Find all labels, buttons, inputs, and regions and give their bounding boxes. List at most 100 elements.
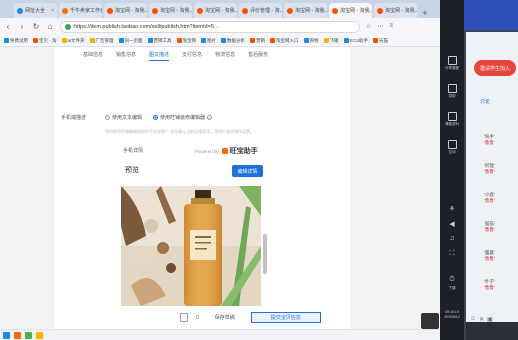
preview-scrollbar[interactable] xyxy=(263,234,267,274)
phone-icon[interactable] xyxy=(180,313,188,322)
chat-icon xyxy=(447,140,457,149)
mobile-desc-label: 手机端描述 xyxy=(61,115,87,121)
bookmark-item[interactable]: 同一页面 xyxy=(118,38,143,44)
bookmark-item[interactable]: ai文件夹 xyxy=(61,38,85,44)
submit-button[interactable]: 提交宝贝信息 xyxy=(250,312,321,323)
bookmark-item[interactable]: 数据分析 xyxy=(221,38,245,44)
floating-widget[interactable] xyxy=(421,313,439,329)
bookmark-icon xyxy=(61,38,67,43)
forward-icon[interactable]: › xyxy=(18,22,26,31)
tab-label: 千牛卖家工作台 xyxy=(70,8,102,14)
text-editor-option[interactable]: 使用文本编辑 xyxy=(105,114,142,121)
volume-icon[interactable]: ◀ xyxy=(440,220,464,228)
end-class-label[interactable]: 下课 xyxy=(440,286,464,291)
bottom-action-bar: 0 保存草稿 提交宝贝信息 xyxy=(180,312,321,323)
browser-tab[interactable]: 淘宝网 - 淘我...× xyxy=(329,3,372,18)
bookmark-icon xyxy=(373,38,379,43)
tab-label: 淘宝网 - 淘我... xyxy=(115,8,147,14)
new-tab-icon[interactable]: + xyxy=(419,8,431,18)
powered-by: Powered by 旺宝助手 xyxy=(195,146,258,156)
wireless-editor-option[interactable]: 使用旺铺装修编辑器 ? xyxy=(153,114,213,121)
home-icon[interactable]: ⌂ xyxy=(46,22,54,31)
browser-tab[interactable]: 淘宝网 - 淘我...× xyxy=(284,3,327,18)
chat-input[interactable] xyxy=(466,322,518,340)
chat-message-text: '鲁鲁' xyxy=(484,140,495,145)
interaction-button[interactable]: 互动 xyxy=(442,140,462,155)
bookmark-item[interactable]: 天猫 xyxy=(373,38,388,44)
bookmark-item[interactable]: 图片 xyxy=(201,38,216,44)
chat-message: '小鹿' '鲁鲁' xyxy=(484,192,518,204)
bookmark-item[interactable]: 广告管理 xyxy=(89,38,114,44)
product-photo xyxy=(121,186,261,306)
share-course-label: 分享课程 xyxy=(445,66,459,70)
bookmark-item[interactable]: ECU助手 xyxy=(343,38,368,44)
chat-panel: 邀请学生加入 讨论 '快手' '鲁鲁' '阿狸' '鲁鲁' '小鹿' '鲁鲁' '猫猫' '鲁… xyxy=(464,0,518,340)
app-icon[interactable] xyxy=(14,331,21,339)
browser-tab[interactable]: 淘宝网 - 淘我...× xyxy=(374,3,417,18)
step-tab[interactable]: 售后服务 xyxy=(248,51,268,61)
record-button[interactable]: 录制 xyxy=(442,84,462,99)
radio-icon xyxy=(105,115,110,120)
bookmark-item[interactable]: 营销 xyxy=(250,38,265,44)
bookmark-icon xyxy=(147,38,153,43)
bookmark-item[interactable]: 淘宝网 xyxy=(176,38,196,44)
bookmark-item[interactable]: 购物 xyxy=(303,37,319,44)
secure-lock-icon xyxy=(65,23,71,30)
preview-card: 预览 编辑详情 xyxy=(121,161,267,329)
favicon-icon xyxy=(242,7,248,14)
bookmark-label: 飞猪 xyxy=(329,37,339,43)
bookmark-item[interactable]: 飞猪 xyxy=(323,37,339,44)
url-field[interactable]: https://item.publish.taobao.com/sell/pub… xyxy=(60,20,360,33)
step-tab[interactable]: 物流信息 xyxy=(215,51,235,61)
bookmark-label: 购物 xyxy=(309,37,319,43)
fullscreen-icon[interactable]: ⛶ xyxy=(440,250,464,258)
step-tab[interactable]: 销售信息 xyxy=(116,51,136,61)
step-tab[interactable]: 基础信息 xyxy=(83,51,103,61)
help-icon[interactable]: ? xyxy=(207,115,213,120)
tab-discussion[interactable]: 讨论 xyxy=(480,98,490,105)
chat-message-text: '鲁鲁' xyxy=(484,169,495,174)
bookmark-icon xyxy=(89,38,95,43)
favicon-icon xyxy=(152,7,158,14)
course-material-label: 课程资料 xyxy=(445,122,459,126)
course-material-button[interactable]: 课程资料 xyxy=(442,112,462,127)
browser-tab[interactable]: 淘宝网 - 淘我...× xyxy=(194,3,237,18)
menu-icon[interactable]: ≡ xyxy=(389,23,393,30)
browser-tab[interactable]: 淘宝网 - 淘我...× xyxy=(149,3,192,18)
chat-message: '阿狸' '鲁鲁' xyxy=(484,163,518,175)
invite-students-button[interactable]: 邀请学生加入 xyxy=(474,60,516,76)
edit-detail-button[interactable]: 编辑详情 xyxy=(232,165,263,177)
back-icon[interactable]: ‹ xyxy=(4,22,12,31)
app-icon[interactable] xyxy=(36,331,43,339)
favicon-icon xyxy=(287,7,293,14)
browser-tab[interactable]: 网址大全 × xyxy=(14,3,57,18)
bookmark-icon xyxy=(323,38,329,43)
timer-icon[interactable]: ⏱ xyxy=(440,276,464,284)
bookmark-icon xyxy=(176,38,182,43)
share-course-button[interactable]: 分享课程 xyxy=(442,56,462,71)
music-icon[interactable]: ♫ xyxy=(440,235,464,242)
brand-logo: 旺宝助手 xyxy=(221,146,258,156)
publish-steps: 基础信息 销售信息 图文描述 支付信息 物流信息 售后服务 xyxy=(83,51,268,61)
flower-icon[interactable]: ⚘ xyxy=(440,205,464,213)
refresh-icon[interactable]: ↻ xyxy=(32,22,40,31)
chat-message: '猫猫' '鲁鲁' xyxy=(484,221,518,233)
save-draft-button[interactable]: 保存草稿 xyxy=(207,312,243,323)
bookmark-label: 天猫 xyxy=(379,37,389,43)
close-tab-icon[interactable]: × xyxy=(51,8,54,14)
step-tab[interactable]: 图文描述 xyxy=(149,51,170,61)
browser-tab[interactable]: 评价管理 - 淘...× xyxy=(239,3,282,18)
app-icon[interactable] xyxy=(25,331,32,339)
bookmark-item[interactable]: 营销工具 xyxy=(147,38,172,44)
start-icon[interactable] xyxy=(3,331,10,339)
favorite-star-icon[interactable]: ☆ xyxy=(366,23,371,30)
bookmark-icon xyxy=(303,38,309,43)
bookmark-item[interactable]: 淘宝网入口 xyxy=(270,38,299,44)
bookmark-icon xyxy=(270,38,276,43)
bookmark-item[interactable]: 宝贝 - 淘 xyxy=(33,38,57,44)
step-tab[interactable]: 支付信息 xyxy=(182,51,202,61)
bookmark-item[interactable]: 免费试用 xyxy=(4,38,28,44)
browser-tab[interactable]: 千牛卖家工作台× xyxy=(59,3,102,18)
browser-tab[interactable]: 淘宝网 - 淘我...× xyxy=(104,3,147,18)
more-icon[interactable]: ⋯ xyxy=(377,23,383,30)
